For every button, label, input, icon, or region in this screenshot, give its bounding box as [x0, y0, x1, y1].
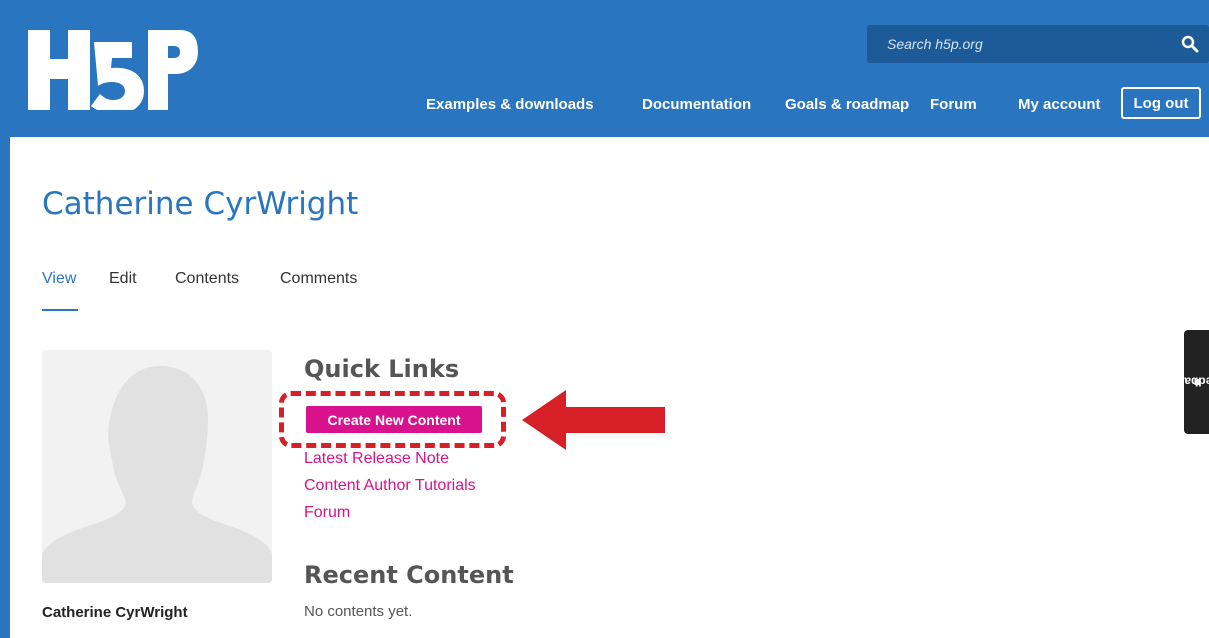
tab-view[interactable]: View — [42, 270, 76, 288]
search-icon[interactable] — [1181, 35, 1199, 53]
avatar — [42, 350, 272, 583]
tab-comments[interactable]: Comments — [280, 270, 357, 288]
feedback-label: ■ feedback — [1170, 375, 1209, 389]
nav-examples-downloads[interactable]: Examples & downloads — [426, 96, 594, 113]
avatar-silhouette-icon — [42, 350, 272, 583]
create-new-content-button[interactable]: Create New Content — [306, 406, 482, 433]
search-input[interactable] — [867, 25, 1167, 63]
forum-link[interactable]: Forum — [304, 504, 350, 522]
main-nav: Examples & downloads Documentation Goals… — [10, 87, 1209, 121]
tab-edit[interactable]: Edit — [109, 270, 137, 288]
profile-username: Catherine CyrWright — [42, 604, 188, 621]
active-tab-indicator — [42, 309, 78, 311]
no-content-message: No contents yet. — [304, 603, 413, 620]
nav-my-account[interactable]: My account — [1018, 96, 1101, 113]
quick-links-heading: Quick Links — [304, 355, 460, 383]
nav-documentation[interactable]: Documentation — [642, 96, 751, 113]
latest-release-note-link[interactable]: Latest Release Note — [304, 450, 449, 468]
feedback-tab[interactable]: ■ feedback — [1170, 330, 1209, 434]
nav-forum[interactable]: Forum — [930, 96, 977, 113]
content-author-tutorials-link[interactable]: Content Author Tutorials — [304, 477, 476, 495]
tab-contents[interactable]: Contents — [175, 270, 239, 288]
nav-goals-roadmap[interactable]: Goals & roadmap — [785, 96, 909, 113]
site-header: Examples & downloads Documentation Goals… — [10, 0, 1209, 137]
recent-content-heading: Recent Content — [304, 561, 514, 589]
logout-button[interactable]: Log out — [1121, 87, 1201, 119]
arrow-left-icon — [522, 390, 665, 450]
search-box — [867, 25, 1209, 63]
page-title: Catherine CyrWright — [42, 186, 359, 222]
